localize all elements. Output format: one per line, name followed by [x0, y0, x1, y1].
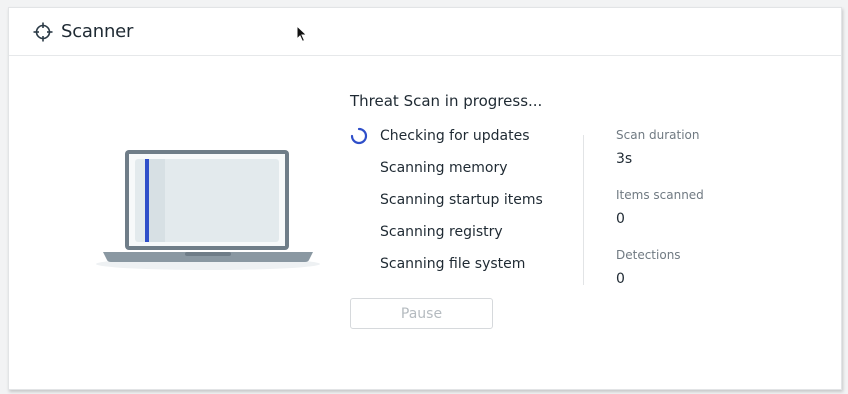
loading-spinner-icon: [350, 127, 368, 145]
stat-value: 0: [616, 211, 625, 227]
stat-value: 3s: [616, 151, 633, 167]
stat-detections: Detections 0: [616, 248, 826, 308]
scan-status-title: Threat Scan in progress...: [350, 92, 543, 110]
stat-label: Items scanned: [616, 188, 704, 202]
stats-divider: [583, 135, 584, 285]
scan-step-label: Scanning memory: [380, 160, 508, 176]
scan-stats: Scan duration 3s Items scanned 0 Detecti…: [616, 128, 826, 308]
page-title: Scanner: [61, 21, 134, 42]
scan-step-label: Checking for updates: [380, 128, 530, 144]
mouse-cursor-icon: [296, 25, 308, 43]
scanner-window: Scanner Threat Scan in progress... Check…: [8, 7, 842, 390]
stat-value: 0: [616, 271, 625, 287]
scan-step-label: Scanning registry: [380, 224, 503, 240]
scan-step: Scanning memory: [350, 158, 550, 190]
scanner-header: Scanner: [9, 8, 841, 56]
scan-step-label: Scanning startup items: [380, 192, 543, 208]
stat-scan-duration: Scan duration 3s: [616, 128, 826, 188]
scan-steps-list: Checking for updates Scanning memory Sca…: [350, 126, 550, 286]
stat-items-scanned: Items scanned 0: [616, 188, 826, 248]
scan-step-label: Scanning file system: [380, 256, 526, 272]
scan-step: Scanning startup items: [350, 190, 550, 222]
laptop-illustration: [96, 150, 320, 270]
scan-step: Checking for updates: [350, 126, 550, 158]
scan-step: Scanning file system: [350, 254, 550, 286]
pause-button[interactable]: Pause: [350, 298, 493, 329]
stat-label: Scan duration: [616, 128, 700, 142]
crosshair-icon: [33, 22, 53, 42]
scan-step: Scanning registry: [350, 222, 550, 254]
stat-label: Detections: [616, 248, 681, 262]
